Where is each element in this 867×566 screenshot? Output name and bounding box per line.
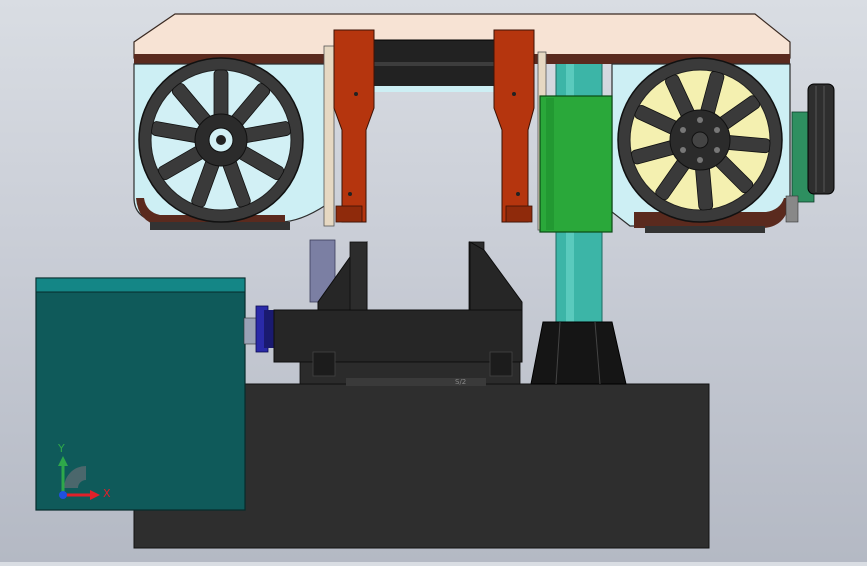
x-axis-label: X bbox=[103, 487, 111, 500]
vise-jaw-left bbox=[309, 239, 368, 311]
cad-viewport[interactable]: S/2 Y X bbox=[0, 0, 867, 562]
z-axis-dot bbox=[59, 491, 67, 499]
triad-plane-indicator bbox=[64, 466, 86, 488]
blade-guide-arm-right bbox=[493, 29, 535, 223]
drive-coupling bbox=[243, 305, 274, 353]
vise-jaw-right bbox=[468, 241, 523, 311]
bandsaw-model-view: S/2 bbox=[35, 13, 835, 549]
drive-wheel-left bbox=[138, 57, 304, 223]
blade-guide-arm-left bbox=[333, 29, 375, 223]
svg-text:S/2: S/2 bbox=[455, 378, 466, 386]
column-guide-block bbox=[539, 95, 613, 233]
motor-pulley bbox=[785, 83, 835, 223]
coordinate-triad: Y X bbox=[52, 440, 122, 510]
vise-bed: S/2 bbox=[273, 309, 523, 386]
y-axis-label: Y bbox=[58, 442, 65, 455]
idler-wheel-right bbox=[617, 57, 783, 223]
